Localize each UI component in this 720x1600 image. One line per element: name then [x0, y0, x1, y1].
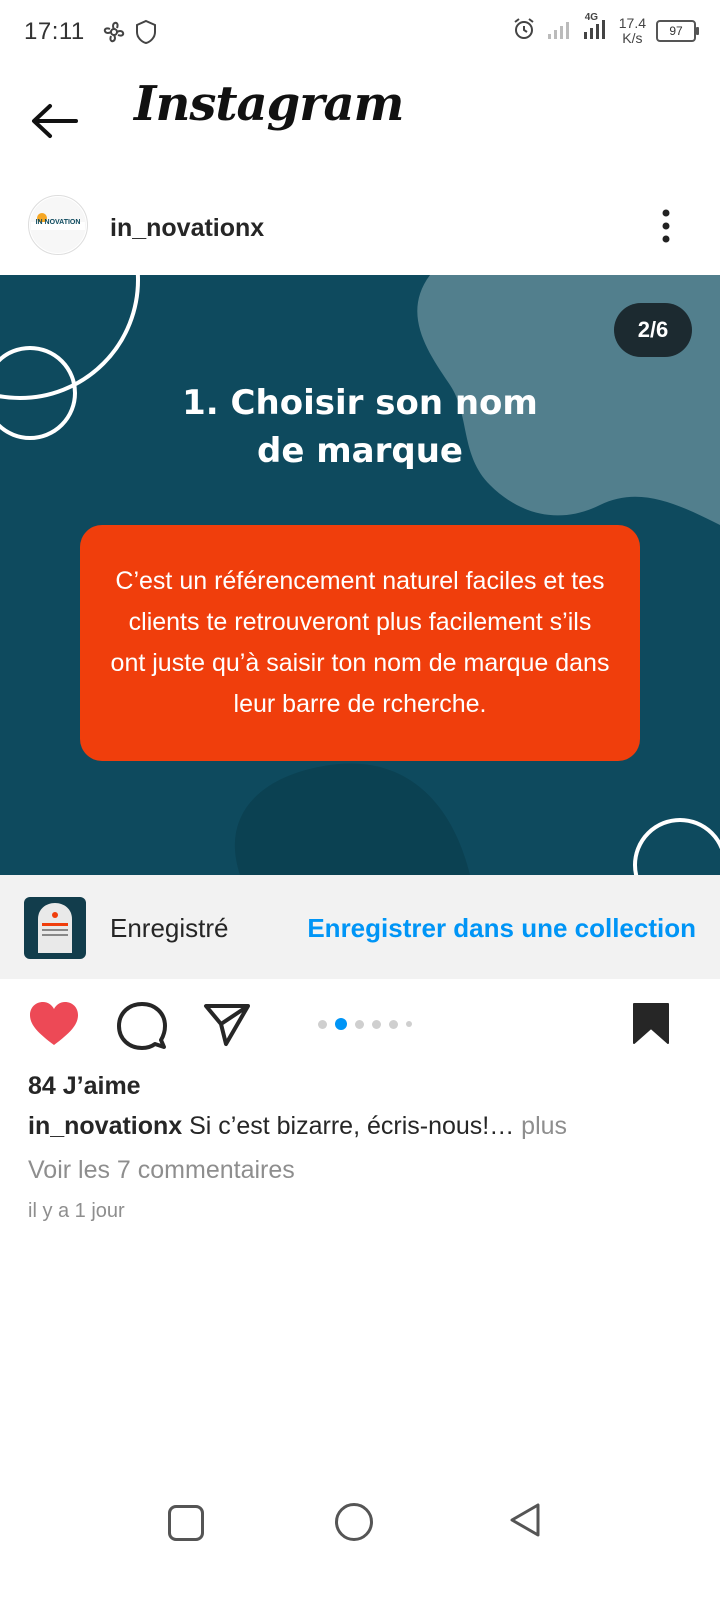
slide-title-line1: 1. Choisir son nom	[182, 383, 538, 423]
slide-body-text: C’est un référencement naturel faciles e…	[110, 567, 610, 718]
home-button[interactable]	[335, 1503, 373, 1541]
save-to-collection-link[interactable]: Enregistrer dans une collection	[307, 913, 696, 944]
saved-confirmation-bar: Enregistré Enregistrer dans une collecti…	[0, 875, 720, 979]
network-speed: 17.4 K/s	[619, 16, 646, 46]
bookmark-filled-icon	[633, 1003, 669, 1044]
comment-button[interactable]	[116, 1000, 168, 1057]
saved-label: Enregistré	[110, 913, 229, 943]
send-icon	[204, 1004, 250, 1046]
signal-icon	[547, 18, 573, 45]
triangle-back-icon	[510, 1503, 540, 1537]
view-comments-link[interactable]: Voir les 7 commentaires	[28, 1156, 295, 1185]
carousel-dot	[389, 1019, 398, 1029]
carousel-dot	[406, 1021, 412, 1027]
caption-username[interactable]: in_novationx	[28, 1112, 182, 1140]
speed-unit: K/s	[622, 30, 643, 46]
back-button[interactable]	[26, 92, 86, 152]
caption-text: Si c’est bizarre, écris-nous!…	[182, 1112, 515, 1140]
avatar-text: IN NOVATION	[35, 219, 81, 226]
bookmark-button[interactable]	[628, 1000, 674, 1051]
comment-icon	[117, 1002, 167, 1050]
carousel-dot	[318, 1019, 327, 1029]
post-image-carousel[interactable]: 2/6 1. Choisir son nom de marque C’est u…	[0, 275, 720, 875]
slide-counter-badge: 2/6	[614, 303, 692, 357]
speed-value: 17.4	[618, 15, 646, 31]
alarm-icon	[511, 16, 537, 47]
status-time: 17:11	[24, 18, 85, 45]
saved-thumbnail	[24, 897, 86, 959]
more-options-button[interactable]	[656, 204, 676, 248]
share-button[interactable]	[202, 1000, 252, 1053]
shield-icon	[134, 18, 158, 51]
mobile-data-icon: 4G	[583, 12, 609, 45]
heart-filled-icon	[30, 1002, 78, 1045]
slide-title: 1. Choisir son nom de marque	[0, 379, 720, 475]
network-type: 4G	[584, 11, 599, 23]
slide-title-line2: de marque	[257, 431, 463, 471]
post-caption: in_novationx Si c’est bizarre, écris-nou…	[28, 1112, 698, 1141]
slide-text-box: C’est un référencement naturel faciles e…	[80, 525, 640, 761]
carousel-dot	[372, 1019, 381, 1029]
fan-icon	[100, 18, 128, 51]
carousel-dot	[355, 1019, 364, 1029]
post-timestamp: il y a 1 jour	[28, 1200, 125, 1222]
status-bar: 17:11 4G 17.4 K/s 97	[0, 0, 720, 64]
app-logo: Instagram	[134, 76, 404, 132]
recents-button[interactable]	[168, 1505, 204, 1541]
avatar[interactable]: IN NOVATION	[28, 195, 88, 255]
post-username[interactable]: in_novationx	[110, 214, 264, 243]
carousel-indicator	[318, 1018, 412, 1030]
caption-more-link[interactable]: plus	[514, 1112, 567, 1140]
battery-level: 97	[669, 24, 683, 38]
likes-count[interactable]: 84 J’aime	[28, 1072, 141, 1101]
more-vertical-icon	[662, 209, 670, 243]
system-back-button[interactable]	[508, 1502, 542, 1543]
status-indicators: 4G 17.4 K/s 97	[511, 12, 699, 48]
like-button[interactable]	[28, 1000, 80, 1053]
battery-icon: 97	[656, 20, 699, 42]
carousel-dot-active	[335, 1018, 347, 1030]
arrow-left-icon	[32, 104, 78, 138]
